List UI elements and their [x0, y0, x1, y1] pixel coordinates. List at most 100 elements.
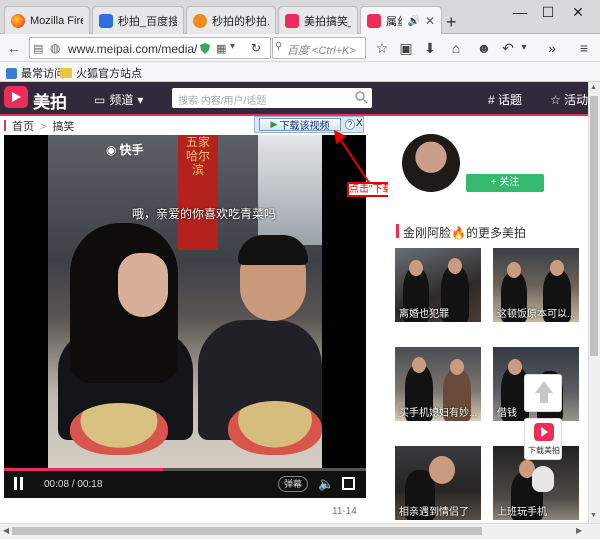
breadcrumb-home[interactable]: 首页 — [12, 121, 34, 133]
shield-icon[interactable] — [200, 43, 210, 54]
home-icon[interactable]: ⌂ — [448, 40, 464, 56]
overflow-chevron-icon[interactable]: » — [544, 40, 560, 56]
avatar[interactable] — [402, 134, 460, 192]
download-video-button[interactable]: ▶ 下载该视频 — [259, 118, 341, 132]
folder-icon — [60, 68, 72, 78]
help-button[interactable]: ? — [345, 119, 355, 130]
download-icon[interactable]: ⬇ — [422, 40, 438, 56]
video-player[interactable]: 五家哈尔滨 ◉ 快手 哦，亲爱的你喜欢吃青菜吗 00:08 / 00:18 弹幕… — [4, 135, 366, 498]
volume-icon[interactable]: 🔈 — [318, 476, 334, 492]
maximize-button[interactable]: ☐ — [538, 4, 558, 21]
fullscreen-icon[interactable] — [342, 477, 355, 490]
video-thumbnail[interactable]: 买手机媳妇有妙... — [395, 347, 481, 421]
more-videos-title: 金刚阿脸🔥的更多美拍 — [403, 226, 526, 240]
bookmark-firefox-site[interactable]: 火狐官方站点 — [60, 65, 142, 81]
speaker-icon[interactable]: 🔊 — [407, 16, 419, 27]
channel-menu[interactable]: ▭ 频道 ▾ — [94, 91, 143, 108]
globe-icon: ◍ — [50, 41, 61, 55]
pause-icon[interactable] — [14, 477, 24, 490]
site-search-input[interactable]: 搜索 内容/用户/话题 — [172, 88, 372, 108]
scroll-right-arrow-icon[interactable]: ▶ — [576, 526, 582, 535]
site-search-placeholder: 搜索 内容/用户/话题 — [178, 96, 267, 107]
tab-active[interactable]: 属丝... 🔊 ✕ — [360, 6, 442, 35]
noodle-bowl — [228, 401, 322, 455]
thumbnail-caption: 离婚也犯罪 — [399, 309, 449, 320]
bookmark-label: 火狐官方站点 — [76, 68, 142, 80]
bookmark-icon — [6, 67, 17, 79]
site-brand[interactable]: 美拍 — [33, 88, 67, 113]
thumbnail-face — [412, 357, 426, 373]
dropdown-arrow-icon[interactable]: ▾ — [230, 41, 235, 52]
chevron-down-icon: ▾ — [137, 92, 144, 107]
play-triangle-icon — [541, 427, 548, 437]
scroll-down-arrow-icon[interactable]: ▼ — [590, 512, 597, 519]
thumbnail-face — [550, 260, 564, 276]
download-label: 下载该视频 — [279, 121, 330, 132]
search-bar[interactable]: ⚲ 百度 <Ctrl+K> — [272, 37, 366, 59]
activity-link[interactable]: ☆ 活动 — [550, 91, 588, 108]
camera-icon: ◉ — [106, 142, 117, 157]
minimize-button[interactable]: — — [510, 4, 530, 20]
new-tab-button[interactable]: + — [446, 12, 457, 33]
site-header: 美拍 ▭ 频道 ▾ 搜索 内容/用户/话题 # 话题 ☆ 活动 — [0, 82, 590, 114]
tab-meipai-funny[interactable]: 美拍搞笑_搞... — [278, 6, 358, 34]
video-thumbnail[interactable]: 相亲遇到情侣了 — [395, 446, 481, 520]
video-thumbnail[interactable]: 离婚也犯罪 — [395, 248, 481, 322]
breadcrumb-current[interactable]: 搞笑 — [52, 121, 74, 133]
clipboard-icon[interactable]: ▣ — [398, 40, 414, 56]
danmu-toggle[interactable]: 弹幕 — [278, 476, 308, 492]
tv-icon: ▭ — [94, 92, 106, 107]
close-window-button[interactable]: ✕ — [568, 4, 588, 21]
bookmark-most-visited[interactable]: 最常访问 — [6, 65, 65, 81]
search-icon[interactable] — [354, 90, 368, 104]
tab-miaopai[interactable]: 秒拍的秒拍... — [186, 6, 276, 34]
vertical-scroll-thumb[interactable] — [590, 96, 598, 356]
horizontal-scroll-thumb[interactable] — [12, 527, 482, 535]
close-toolbar-button[interactable]: X — [356, 118, 363, 129]
tab-label: 美拍搞笑_搞... — [304, 15, 351, 28]
undo-icon[interactable]: ↶ — [500, 40, 516, 56]
back-arrow-icon[interactable]: ← — [6, 40, 22, 56]
play-icon: ▶ — [270, 119, 278, 129]
breadcrumb-accent — [4, 120, 6, 131]
tab-baidu-search[interactable]: 秒拍_百度搜索 — [92, 6, 184, 34]
reload-icon[interactable]: ↻ — [251, 41, 261, 55]
tab-label: 属丝... — [386, 16, 402, 28]
play-triangle-icon — [12, 92, 21, 102]
thumbnail-face — [448, 258, 462, 274]
author-sidebar: + 关注 金刚阿脸🔥的更多美拍 离婚也犯罪 这顿饭原本可以... 买手机媳妇有妙… — [388, 126, 586, 523]
arrow-up-stem — [540, 393, 548, 403]
annotation-arrow — [334, 130, 371, 185]
duration: 00:18 — [77, 479, 103, 490]
url-bar[interactable]: ▤ ◍ www.meipai.com/media/ ▦ ▾ ↻ — [29, 37, 271, 59]
baidu-icon — [99, 13, 113, 28]
breadcrumb-separator: > — [40, 121, 47, 133]
channel-label: 频道 — [109, 93, 134, 107]
noodle-bowl — [70, 403, 168, 455]
search-placeholder: 百度 <Ctrl+K> — [287, 45, 356, 57]
tab-label: Mozilla Fire... — [30, 14, 83, 27]
tab-firefox[interactable]: Mozilla Fire... — [4, 6, 90, 34]
qr-code-icon[interactable]: ▦ — [216, 42, 226, 55]
page-info-icon[interactable]: ▤ — [33, 42, 43, 55]
kuaishou-watermark: ◉ 快手 — [106, 141, 144, 158]
follow-button[interactable]: + 关注 — [466, 174, 544, 192]
url-text: www.meipai.com/media/ — [68, 42, 198, 56]
qq-penguin-icon[interactable] — [532, 466, 554, 492]
thumbnail-face — [429, 456, 455, 484]
meipai-icon — [367, 14, 381, 28]
menu-icon[interactable]: ≡ — [576, 40, 592, 56]
back-to-top-button[interactable] — [524, 374, 562, 412]
meipai-logo-icon[interactable] — [4, 86, 28, 108]
download-meipai-button[interactable]: 下载美拍 — [524, 418, 562, 460]
emoji-icon[interactable]: ☻ — [476, 40, 492, 56]
video-thumbnail[interactable]: 这顿饭原本可以... — [493, 248, 579, 322]
close-tab-icon[interactable]: ✕ — [425, 14, 435, 28]
scroll-left-arrow-icon[interactable]: ◀ — [3, 526, 9, 535]
topics-link[interactable]: # 话题 — [488, 91, 522, 108]
thumbnail-face — [450, 359, 464, 375]
scroll-up-arrow-icon[interactable]: ▲ — [590, 84, 597, 91]
browser-tab-strip: Mozilla Fire... 秒拍_百度搜索 秒拍的秒拍... 美拍搞笑_搞.… — [0, 0, 600, 35]
dropdown-arrow-icon[interactable]: ▾ — [516, 40, 532, 56]
bookmark-star-icon[interactable]: ☆ — [374, 40, 390, 56]
